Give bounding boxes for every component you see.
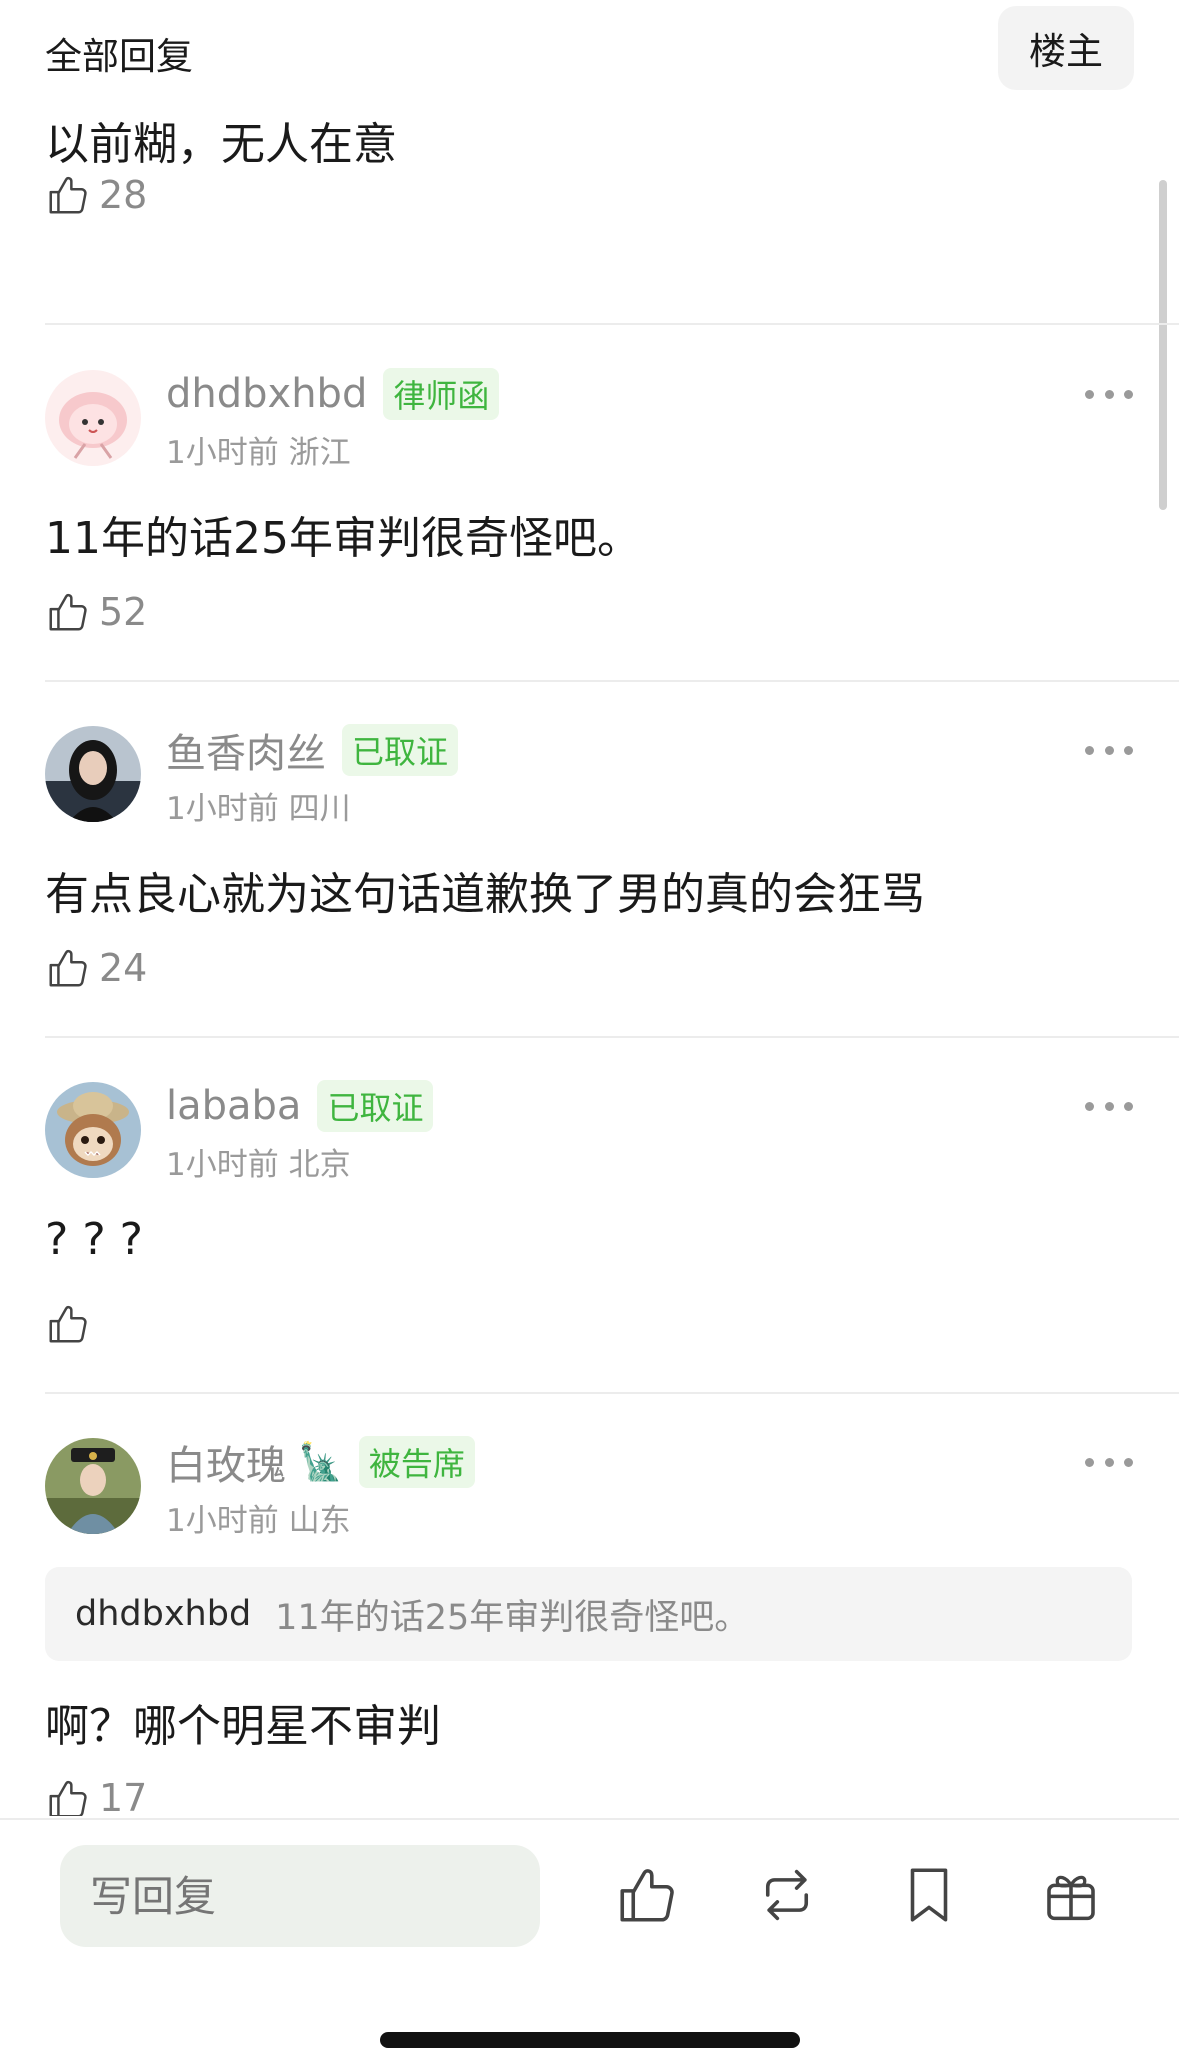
user-badge: 律师函 [383, 368, 500, 420]
comment-location: 山东 [288, 1503, 351, 1539]
reply-input[interactable] [60, 1845, 540, 1947]
comment-meta: 1小时前 山东 [166, 1495, 351, 1540]
comment-meta: 1小时前 四川 [166, 783, 351, 828]
comment-content: ? ? ? [45, 1214, 144, 1265]
comment-time: 1小时前 [166, 1503, 279, 1539]
thumbs-up-icon [45, 172, 91, 218]
owner-only-button[interactable]: 楼主 [998, 6, 1134, 90]
like-icon[interactable] [612, 1860, 682, 1930]
divider [45, 680, 1179, 682]
like-button[interactable] [45, 1301, 99, 1347]
username[interactable]: dhdbxhbd [166, 371, 367, 417]
divider [45, 1392, 1179, 1394]
avatar[interactable] [45, 370, 141, 466]
user-badge: 被告席 [358, 1436, 475, 1488]
like-count: 24 [99, 946, 148, 990]
comment-time: 1小时前 [166, 791, 279, 827]
quote-text: 11年的话25年审判很奇怪吧。 [275, 1597, 750, 1638]
home-indicator[interactable] [380, 2032, 800, 2048]
comment-location: 浙江 [288, 435, 351, 471]
avatar[interactable] [45, 1438, 141, 1534]
like-button[interactable]: 24 [45, 945, 147, 991]
comment-meta: 1小时前 浙江 [166, 427, 351, 472]
comment-location: 北京 [288, 1147, 351, 1183]
avatar[interactable] [45, 1082, 141, 1178]
quoted-reply[interactable]: dhdbxhbd 11年的话25年审判很奇怪吧。 [45, 1567, 1132, 1661]
repost-icon[interactable] [752, 1860, 822, 1930]
user-badge: 已取证 [317, 1080, 434, 1132]
pink-cartoon-avatar [45, 370, 141, 466]
thumbs-up-icon [45, 945, 91, 991]
like-count: 28 [99, 173, 148, 217]
name-line: dhdbxhbd 律师函 [166, 368, 500, 420]
avatar[interactable] [45, 726, 141, 822]
quote-username: dhdbxhbd [75, 1594, 252, 1634]
comment-content: 11年的话25年审判很奇怪吧。 [45, 513, 641, 564]
more-options-icon[interactable] [1085, 384, 1133, 404]
comment-content: 啊？哪个明星不审判 [45, 1701, 441, 1752]
like-count: 17 [99, 1776, 148, 1816]
labubu-explorer-avatar [45, 1082, 141, 1178]
qing-costume-avatar [45, 1438, 141, 1534]
thumbs-up-icon [45, 589, 91, 635]
name-line: lababa 已取证 [166, 1080, 434, 1132]
more-options-icon[interactable] [1085, 1096, 1133, 1116]
comment-meta: 1小时前 北京 [166, 1139, 351, 1184]
thumbs-up-icon [45, 1776, 91, 1816]
comment-content: 有点良心就为这句话道歉换了男的真的会狂骂 [45, 869, 925, 920]
username[interactable]: 白玫瑰 [166, 1433, 286, 1491]
like-button[interactable]: 17 [45, 1776, 147, 1816]
like-button[interactable]: 28 [45, 172, 147, 218]
comment-location: 四川 [288, 791, 351, 827]
comment-content: 以前糊，无人在意 [45, 119, 397, 170]
header: 全部回复 楼主 [0, 0, 1179, 100]
page-title: 全部回复 [45, 35, 193, 78]
more-options-icon[interactable] [1085, 1452, 1133, 1472]
bookmark-icon[interactable] [894, 1860, 964, 1930]
statue-of-liberty-icon: 🗽 [298, 1442, 343, 1483]
scrollbar[interactable] [1159, 180, 1167, 510]
user-badge: 已取证 [342, 724, 459, 776]
gift-icon[interactable] [1036, 1860, 1106, 1930]
like-count: 52 [99, 590, 148, 634]
comment-time: 1小时前 [166, 435, 279, 471]
comment-time: 1小时前 [166, 1147, 279, 1183]
username[interactable]: 鱼香肉丝 [166, 721, 326, 779]
woman-portrait-avatar [45, 726, 141, 822]
divider [45, 323, 1179, 325]
more-options-icon[interactable] [1085, 740, 1133, 760]
username[interactable]: lababa [166, 1083, 301, 1129]
name-line: 白玫瑰 🗽 被告席 [166, 1436, 475, 1489]
divider [45, 1036, 1179, 1038]
like-button[interactable]: 52 [45, 589, 147, 635]
thumbs-up-icon [45, 1301, 91, 1347]
name-line: 鱼香肉丝 已取证 [166, 724, 459, 777]
